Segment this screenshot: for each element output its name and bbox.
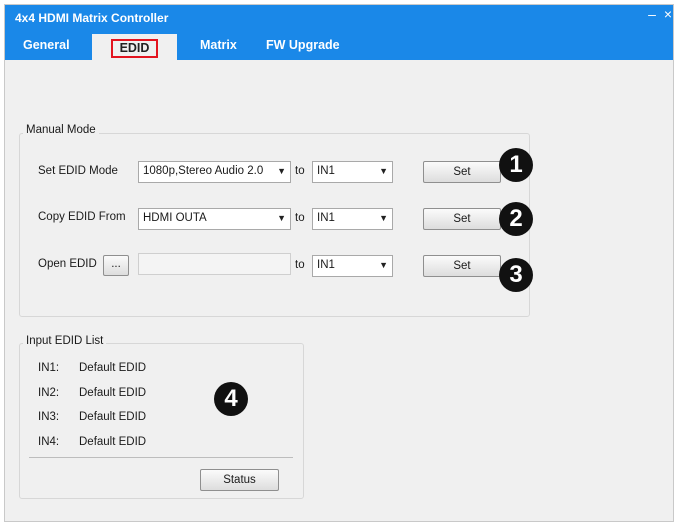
app-window: 4x4 HDMI Matrix Controller – × General E… xyxy=(4,4,674,522)
tab-general[interactable]: General xyxy=(23,38,70,52)
copy-edid-from-label: Copy EDID From xyxy=(38,211,126,223)
set-mode-target-value: IN1 xyxy=(317,165,335,177)
chevron-down-icon: ▼ xyxy=(277,213,286,223)
to-label: to xyxy=(295,165,305,177)
input-port-label: IN1: xyxy=(38,362,60,374)
status-button[interactable]: Status xyxy=(200,469,279,491)
title-bar: 4x4 HDMI Matrix Controller – × General E… xyxy=(5,5,675,61)
chevron-down-icon: ▼ xyxy=(277,166,286,176)
input-port-label: IN4: xyxy=(38,436,60,448)
edid-mode-select[interactable]: 1080p,Stereo Audio 2.0 ▼ xyxy=(138,161,291,183)
open-edid-label: Open EDID xyxy=(38,258,97,270)
copy-edid-source-select[interactable]: HDMI OUTA ▼ xyxy=(138,208,291,230)
marker-1-badge: 1 xyxy=(499,148,533,182)
tab-matrix[interactable]: Matrix xyxy=(200,38,237,52)
open-edid-set-button[interactable]: Set xyxy=(423,255,501,277)
marker-2-badge: 2 xyxy=(499,202,533,236)
input-edid-list-title: Input EDID List xyxy=(23,335,107,347)
copy-edid-set-button[interactable]: Set xyxy=(423,208,501,230)
input-edid-value: Default EDID xyxy=(79,411,147,423)
input-edid-value: Default EDID xyxy=(79,436,147,448)
input-port-label: IN2: xyxy=(38,387,60,399)
chevron-down-icon: ▼ xyxy=(379,166,388,176)
chevron-down-icon: ▼ xyxy=(379,260,388,270)
marker-4-badge: 4 xyxy=(214,382,248,416)
copy-edid-target-value: IN1 xyxy=(317,212,335,224)
chevron-down-icon: ▼ xyxy=(379,213,388,223)
set-edid-mode-button[interactable]: Set xyxy=(423,161,501,183)
copy-edid-target-select[interactable]: IN1 ▼ xyxy=(312,208,393,230)
input-edid-value: Default EDID xyxy=(79,387,147,399)
tab-fw-upgrade[interactable]: FW Upgrade xyxy=(266,38,340,52)
window-title: 4x4 HDMI Matrix Controller xyxy=(15,11,169,25)
close-icon[interactable]: × xyxy=(661,7,675,21)
manual-mode-title: Manual Mode xyxy=(23,124,99,136)
copy-edid-source-value: HDMI OUTA xyxy=(143,212,207,224)
list-divider xyxy=(29,457,293,458)
edid-mode-value: 1080p,Stereo Audio 2.0 xyxy=(143,165,264,177)
tab-edid-label: EDID xyxy=(110,39,159,58)
to-label: to xyxy=(295,212,305,224)
set-mode-target-select[interactable]: IN1 ▼ xyxy=(312,161,393,183)
minimize-icon[interactable]: – xyxy=(645,7,659,21)
tab-edid[interactable]: EDID xyxy=(92,34,177,61)
input-edid-value: Default EDID xyxy=(79,362,147,374)
set-edid-mode-label: Set EDID Mode xyxy=(38,165,118,177)
input-port-label: IN3: xyxy=(38,411,60,423)
open-edid-target-value: IN1 xyxy=(317,259,335,271)
edid-file-path-input[interactable] xyxy=(138,253,291,275)
marker-3-badge: 3 xyxy=(499,258,533,292)
open-edid-target-select[interactable]: IN1 ▼ xyxy=(312,255,393,277)
to-label: to xyxy=(295,259,305,271)
browse-button[interactable]: ... xyxy=(103,255,129,276)
